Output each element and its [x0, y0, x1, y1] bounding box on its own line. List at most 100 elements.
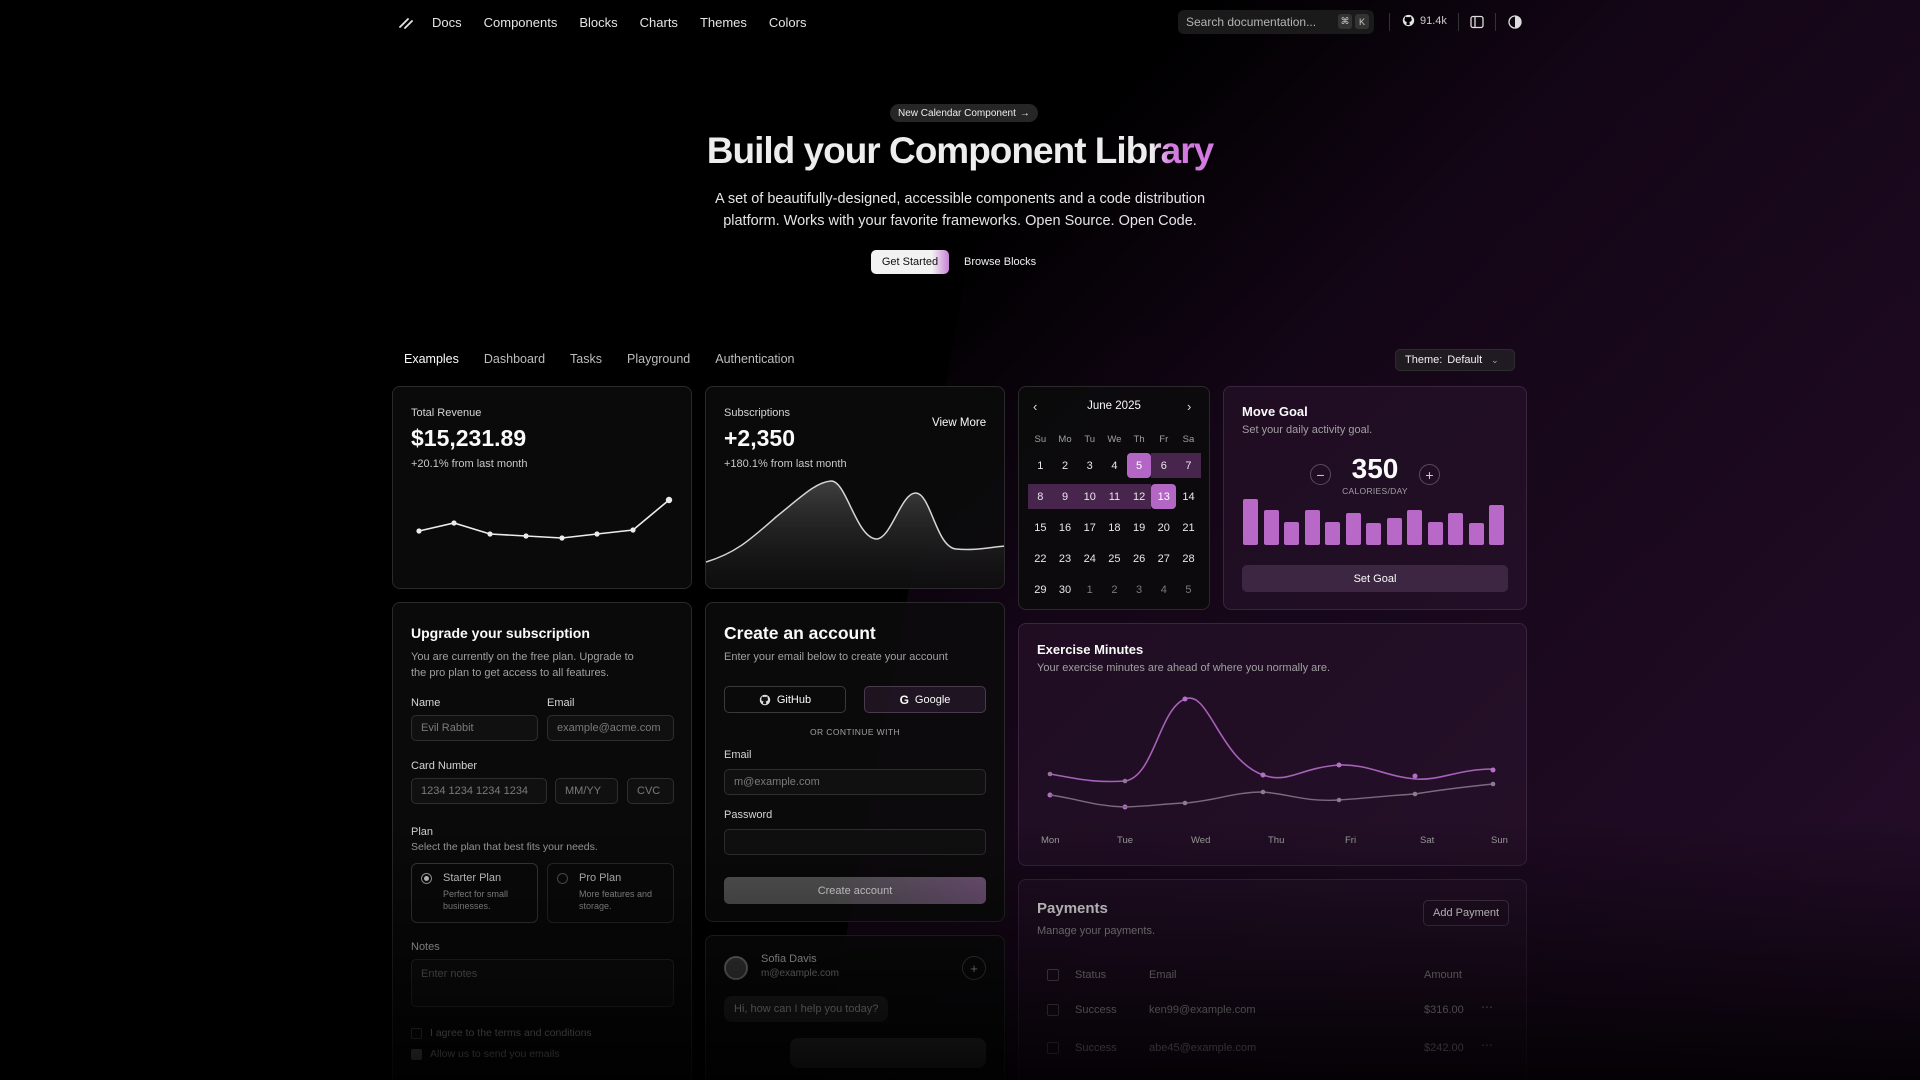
- tab-playground[interactable]: Playground: [627, 352, 690, 366]
- calendar-day[interactable]: 4: [1102, 453, 1127, 478]
- tab-dashboard[interactable]: Dashboard: [484, 352, 545, 366]
- table-row[interactable]: Success ken99@example.com $316.00 ⋯: [1019, 992, 1526, 1028]
- google-button[interactable]: G Google: [864, 686, 986, 713]
- plus-button[interactable]: +: [1419, 464, 1440, 485]
- calendar-day[interactable]: 3: [1077, 453, 1102, 478]
- calendar-day[interactable]: 16: [1053, 515, 1078, 540]
- calendar-day[interactable]: 25: [1102, 546, 1127, 571]
- calendar-day[interactable]: 2: [1053, 453, 1078, 478]
- nav-themes[interactable]: Themes: [700, 15, 747, 30]
- calendar-day[interactable]: 7: [1176, 453, 1201, 478]
- chevron-right-icon[interactable]: ›: [1187, 399, 1191, 414]
- calendar-day[interactable]: 21: [1176, 515, 1201, 540]
- search-input[interactable]: Search documentation... ⌘ K: [1178, 10, 1374, 34]
- browse-blocks-button[interactable]: Browse Blocks: [958, 250, 1042, 274]
- notes-field[interactable]: Enter notes: [411, 959, 674, 1007]
- row-checkbox[interactable]: [1047, 1042, 1059, 1054]
- weekday-label: Mo: [1058, 433, 1072, 445]
- nav-components[interactable]: Components: [484, 15, 558, 30]
- theme-toggle-icon[interactable]: [1507, 14, 1523, 30]
- tab-examples[interactable]: Examples: [404, 352, 459, 366]
- pro-plan-option[interactable]: Pro Plan More features and storage.: [547, 863, 674, 923]
- column-header[interactable]: Status: [1075, 969, 1106, 981]
- card-number-field[interactable]: 1234 1234 1234 1234: [411, 778, 547, 804]
- layout-icon[interactable]: [1469, 14, 1485, 30]
- calendar-day[interactable]: 23: [1053, 546, 1078, 571]
- calendar-day[interactable]: 14: [1176, 484, 1201, 509]
- get-started-button[interactable]: Get Started: [871, 250, 949, 274]
- nav-blocks[interactable]: Blocks: [579, 15, 617, 30]
- exercise-line-chart: [1047, 696, 1496, 810]
- theme-select[interactable]: Theme: Default ⌄: [1395, 349, 1515, 371]
- calendar-day[interactable]: 13: [1151, 484, 1177, 509]
- goal-bar: [1427, 522, 1443, 545]
- calendar-day[interactable]: 22: [1028, 546, 1053, 571]
- goal-bar: [1284, 522, 1299, 545]
- payment-amount: $242.00: [1424, 1042, 1464, 1054]
- view-more-button[interactable]: View More: [924, 411, 994, 435]
- add-payment-button[interactable]: Add Payment: [1423, 900, 1510, 926]
- calendar-day[interactable]: 11: [1102, 484, 1127, 509]
- create-account-title: Create an account: [724, 623, 876, 643]
- card-number-label: Card Number: [411, 760, 478, 772]
- column-header[interactable]: Amount: [1424, 969, 1462, 981]
- more-horizontal-icon[interactable]: ⋯: [1481, 1038, 1493, 1052]
- calendar-day[interactable]: 18: [1102, 515, 1127, 540]
- calendar-day[interactable]: 5: [1126, 453, 1152, 478]
- calendar-day[interactable]: 17: [1077, 515, 1102, 540]
- more-horizontal-icon[interactable]: ⋯: [1481, 1000, 1493, 1014]
- email-input[interactable]: m@example.com: [724, 769, 986, 795]
- calendar-day[interactable]: 26: [1127, 546, 1152, 571]
- calendar-day[interactable]: 5: [1176, 577, 1201, 602]
- calendar-day[interactable]: 27: [1151, 546, 1176, 571]
- weekday-label: Sa: [1182, 433, 1195, 445]
- calendar-day[interactable]: 24: [1077, 546, 1102, 571]
- calendar-day[interactable]: 12: [1126, 484, 1152, 509]
- calendar-day[interactable]: 2: [1102, 577, 1127, 602]
- tab-tasks[interactable]: Tasks: [570, 352, 602, 366]
- starter-plan-option[interactable]: Starter Plan Perfect for small businesse…: [411, 863, 538, 923]
- nav-colors[interactable]: Colors: [769, 15, 807, 30]
- calendar-day[interactable]: 1: [1028, 453, 1053, 478]
- name-field[interactable]: Evil Rabbit: [411, 715, 538, 741]
- nav-charts[interactable]: Charts: [640, 15, 678, 30]
- calendar-day[interactable]: 3: [1127, 577, 1152, 602]
- calendar-day[interactable]: 9: [1052, 484, 1078, 509]
- create-account-button[interactable]: Create account: [724, 877, 986, 904]
- day-label: Thu: [1268, 835, 1285, 846]
- calendar-day[interactable]: 6: [1151, 453, 1177, 478]
- weekday-label: Tu: [1084, 433, 1096, 445]
- calendar-day[interactable]: 8: [1028, 484, 1053, 509]
- logo-icon[interactable]: [396, 12, 416, 32]
- set-goal-button[interactable]: Set Goal: [1242, 565, 1508, 592]
- calendar-day[interactable]: 15: [1028, 515, 1053, 540]
- nav-links: Docs Components Blocks Charts Themes Col…: [432, 15, 806, 30]
- tab-authentication[interactable]: Authentication: [715, 352, 794, 366]
- add-icon[interactable]: +: [962, 956, 986, 980]
- calendar-day[interactable]: 28: [1176, 546, 1201, 571]
- calendar-day[interactable]: 19: [1127, 515, 1152, 540]
- calendar-day[interactable]: 20: [1151, 515, 1176, 540]
- calendar-day[interactable]: 1: [1077, 577, 1102, 602]
- terms-checkbox[interactable]: I agree to the terms and conditions: [411, 1027, 592, 1039]
- table-row[interactable]: Success abe45@example.com $242.00 ⋯: [1019, 1030, 1526, 1066]
- announcement-pill[interactable]: New Calendar Component →: [890, 104, 1038, 122]
- row-checkbox[interactable]: [1047, 1004, 1059, 1016]
- github-icon: [759, 694, 771, 705]
- calendar-day[interactable]: 4: [1151, 577, 1176, 602]
- column-header[interactable]: Email: [1149, 969, 1177, 981]
- calendar-day[interactable]: 10: [1077, 484, 1103, 509]
- calendar-day[interactable]: 30: [1053, 577, 1078, 602]
- github-button[interactable]: GitHub: [724, 686, 846, 713]
- email-field[interactable]: example@acme.com: [547, 715, 674, 741]
- chat-user-email: m@example.com: [761, 968, 839, 979]
- expiry-field[interactable]: MM/YY: [555, 778, 618, 804]
- select-all-checkbox[interactable]: [1047, 969, 1059, 981]
- password-input[interactable]: [724, 829, 986, 855]
- cvc-field[interactable]: CVC: [627, 778, 674, 804]
- day-label: Mon: [1041, 835, 1060, 846]
- emails-checkbox[interactable]: Allow us to send you emails: [411, 1048, 560, 1060]
- nav-docs[interactable]: Docs: [432, 15, 462, 30]
- github-link[interactable]: 91.4k: [1402, 14, 1447, 27]
- calendar-day[interactable]: 29: [1028, 577, 1053, 602]
